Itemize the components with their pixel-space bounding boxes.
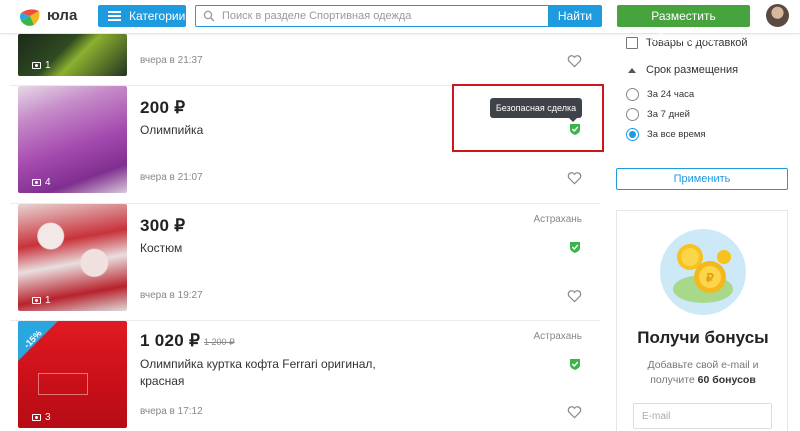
- period-option-7d[interactable]: За 7 дней: [626, 108, 690, 121]
- favorite-heart-icon[interactable]: [567, 405, 582, 419]
- discount-badge: -15%: [18, 321, 58, 361]
- find-button[interactable]: Найти: [548, 5, 602, 27]
- listing-photo[interactable]: 1: [18, 34, 127, 76]
- post-ad-button[interactable]: Разместить объявление: [617, 5, 750, 45]
- listing-price: 300 ₽: [140, 216, 186, 235]
- listing-time: вчера в 17:12: [140, 406, 203, 417]
- listing-photo[interactable]: 1: [18, 204, 127, 311]
- photo-count: 1: [32, 295, 51, 306]
- favorite-heart-icon[interactable]: [567, 54, 582, 68]
- chevron-up-icon: [628, 67, 636, 73]
- user-avatar[interactable]: [766, 4, 789, 27]
- photo-count: 1: [32, 60, 51, 71]
- youla-logo-icon[interactable]: [18, 5, 42, 29]
- listing-photo[interactable]: 4: [18, 86, 127, 193]
- listing-item[interactable]: 1 300 ₽ Астрахань Костюм вчера в 19:27: [0, 204, 600, 321]
- listing-title[interactable]: Олимпийка куртка кофта Ferrari оригинал,…: [140, 356, 380, 390]
- listing-old-price: 1 200 ₽: [204, 337, 235, 347]
- listing-time: вчера в 21:37: [140, 55, 203, 66]
- apply-button[interactable]: Применить: [616, 168, 788, 190]
- email-input[interactable]: [633, 403, 772, 429]
- listing-price: 1 020 ₽: [140, 331, 201, 350]
- favorite-heart-icon[interactable]: [567, 289, 582, 303]
- top-header: юла Категории Найти Разместить объявлени…: [0, 0, 800, 45]
- safe-deal-tooltip: Безопасная сделка: [490, 98, 582, 122]
- period-title: Срок размещения: [646, 64, 739, 76]
- bonus-card: ₽ Получи бонусы Добавьте свой e-mail и п…: [616, 210, 788, 431]
- camera-icon: [32, 179, 41, 186]
- camera-icon: [32, 414, 41, 421]
- safe-deal-shield-icon[interactable]: [569, 241, 581, 253]
- radio-button[interactable]: [626, 88, 639, 101]
- photo-count: 4: [32, 177, 51, 188]
- listing-price: 200 ₽: [140, 98, 186, 117]
- period-section-header[interactable]: Срок размещения: [628, 64, 738, 76]
- listing-photo[interactable]: -15% 3: [18, 321, 127, 428]
- listing-time: вчера в 21:07: [140, 172, 203, 183]
- listing-title[interactable]: Костюм: [140, 240, 380, 257]
- categories-button[interactable]: Категории: [98, 5, 186, 27]
- listing-city: Астрахань: [533, 331, 582, 342]
- favorite-heart-icon[interactable]: [567, 171, 582, 185]
- bonus-description: Добавьте свой e-mail и получите 60 бонус…: [647, 359, 759, 386]
- search-input[interactable]: [222, 8, 542, 24]
- search-box: [195, 5, 549, 27]
- categories-label: Категории: [129, 9, 186, 23]
- radio-button-selected[interactable]: [626, 128, 639, 141]
- menu-icon: [108, 11, 121, 21]
- camera-icon: [32, 297, 41, 304]
- listing-city: Астрахань: [533, 214, 582, 225]
- listing-title[interactable]: Олимпийка: [140, 122, 380, 139]
- listing-time: вчера в 19:27: [140, 290, 203, 301]
- period-option-all[interactable]: За все время: [626, 128, 706, 141]
- period-option-24h[interactable]: За 24 часа: [626, 88, 694, 101]
- delivery-checkbox[interactable]: [626, 37, 638, 49]
- bonus-title: Получи бонусы: [637, 328, 769, 347]
- coins-illustration-icon: ₽: [660, 229, 746, 315]
- radio-button[interactable]: [626, 108, 639, 121]
- search-icon: [203, 10, 215, 22]
- svg-text:₽: ₽: [706, 271, 714, 285]
- annotation-highlight-box: [452, 84, 604, 152]
- listing-item[interactable]: 1 вчера в 21:37: [0, 34, 600, 86]
- filters-panel: Товары с доставкой Срок размещения За 24…: [616, 34, 787, 154]
- camera-icon: [32, 62, 41, 69]
- listing-item[interactable]: -15% 3 1 020 ₽ 1 200 ₽ Астрахань Олимпий…: [0, 321, 600, 431]
- photo-count: 3: [32, 412, 51, 423]
- safe-deal-shield-icon[interactable]: [569, 358, 581, 370]
- logo-text[interactable]: юла: [47, 7, 77, 24]
- product-label: [38, 373, 88, 395]
